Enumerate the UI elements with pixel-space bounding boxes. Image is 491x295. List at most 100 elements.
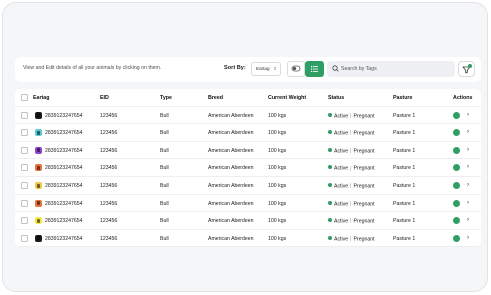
eartag-cell: 2839123247654	[45, 235, 83, 242]
status-toggle-icon[interactable]	[453, 164, 460, 172]
status-toggle-icon[interactable]	[453, 129, 460, 137]
row-checkbox[interactable]	[21, 129, 28, 137]
eartag-cell: 2839123247654	[45, 200, 83, 207]
breed-cell: American Aberdeen	[208, 183, 254, 189]
eartag-cell: 2839123247654	[45, 183, 83, 189]
status-active: Active	[334, 183, 349, 190]
weight-cell: 100 kgs	[268, 130, 287, 137]
table-row[interactable]: 2839123247654 123456 Bull American Aberdeen…	[15, 230, 481, 247]
type-cell: Bull	[160, 165, 169, 172]
chevron-right-icon[interactable]: ›	[467, 146, 469, 153]
breed-cell: American Aberdeen	[208, 147, 254, 154]
row-checkbox[interactable]	[21, 164, 28, 172]
col-header-actions: Actions	[453, 95, 473, 101]
sort-select[interactable]: Eartag ⇕	[251, 62, 281, 76]
chevron-right-icon[interactable]: ›	[467, 111, 469, 118]
table-row[interactable]: 2839123247654 123456 Bull American Aberdeen…	[15, 195, 481, 213]
type-cell: Bull	[160, 183, 169, 189]
weight-cell: 100 kgs	[268, 165, 287, 172]
toggle-view-button[interactable]	[287, 61, 305, 77]
chevron-right-icon[interactable]: ›	[467, 199, 469, 206]
breed-cell: American Aberdeen	[208, 235, 254, 242]
table-row[interactable]: 2839123247654 123456 Bull American Aberdeen…	[15, 159, 481, 177]
status-cell: Active | Pregnant	[328, 147, 375, 155]
row-checkbox[interactable]	[21, 182, 28, 189]
list-icon	[311, 66, 318, 72]
weight-cell: 100 kgs	[268, 112, 287, 119]
eartag-cell: 2839123247654	[45, 218, 83, 225]
status-toggle-icon[interactable]	[453, 234, 460, 242]
table-row[interactable]: 2839123247654 123456 Bull American Aberdeen…	[15, 142, 481, 160]
select-all-checkbox[interactable]	[21, 94, 28, 101]
col-header-weight[interactable]: Current Weight	[268, 95, 306, 101]
app-frame: View and Edit details of all your animal…	[2, 2, 488, 292]
status-toggle-icon[interactable]	[453, 199, 460, 207]
col-header-pasture[interactable]: Pasture	[393, 95, 412, 101]
status-separator: |	[350, 183, 352, 190]
status-separator: |	[350, 165, 352, 172]
chevron-right-icon[interactable]: ›	[467, 128, 469, 135]
status-cell: Active | Pregnant	[328, 130, 375, 136]
pasture-cell: Pasture 1	[393, 130, 416, 137]
chevron-right-icon[interactable]: ›	[467, 216, 469, 223]
chevron-right-icon[interactable]: ›	[467, 234, 469, 241]
breed-cell: American Aberdeen	[208, 165, 254, 172]
status-separator: |	[350, 130, 352, 137]
chevron-right-icon[interactable]: ›	[467, 163, 469, 170]
table-row[interactable]: 2839123247654 123456 Bull American Aberdeen…	[15, 124, 481, 142]
status-dot-icon	[328, 112, 332, 117]
eartag-cell: 2839123247654	[45, 112, 83, 119]
list-view-button[interactable]	[305, 61, 324, 77]
col-header-eid[interactable]: EID	[100, 95, 109, 101]
status-active: Active	[334, 218, 349, 225]
status-separator: |	[350, 200, 352, 207]
status-separator: |	[350, 148, 352, 155]
type-cell: Bull	[160, 200, 169, 207]
table-row[interactable]: 2839123247654 123456 Bull American Aberdeen…	[15, 212, 481, 230]
chevron-right-icon[interactable]: ›	[467, 181, 469, 188]
pasture-cell: Pasture 1	[393, 147, 416, 154]
eid-cell: 123456	[100, 165, 118, 172]
breed-cell: American Aberdeen	[208, 112, 254, 119]
search-input[interactable]	[341, 63, 451, 75]
col-header-status[interactable]: Status	[328, 95, 344, 101]
eartag-color-icon	[35, 146, 42, 154]
table-row[interactable]: 2839123247654 123456 Bull American Aberdeen…	[15, 177, 481, 195]
table-row[interactable]: 2839123247654 123456 Bull American Aberdeen…	[15, 107, 481, 125]
eid-cell: 123456	[100, 183, 118, 189]
status-toggle-icon[interactable]	[453, 146, 460, 154]
eartag-color-icon	[35, 234, 42, 242]
weight-cell: 100 kgs	[268, 218, 287, 225]
weight-cell: 100 kgs	[268, 147, 287, 154]
status-cell: Active | Pregnant	[328, 165, 375, 172]
pasture-cell: Pasture 1	[393, 183, 416, 189]
status-dot-icon	[328, 130, 332, 135]
sort-label: Sort By:	[224, 65, 246, 71]
status-toggle-icon[interactable]	[453, 217, 460, 225]
breed-cell: American Aberdeen	[208, 200, 254, 207]
status-toggle-icon[interactable]	[453, 182, 460, 189]
row-checkbox[interactable]	[21, 217, 28, 225]
eartag-color-icon	[35, 129, 42, 137]
filter-active-dot	[468, 64, 472, 68]
breed-cell: American Aberdeen	[208, 218, 254, 225]
row-checkbox[interactable]	[21, 199, 28, 207]
row-checkbox[interactable]	[21, 146, 28, 154]
status-dot-icon	[328, 218, 332, 223]
status-toggle-icon[interactable]	[453, 111, 460, 119]
page-hint: View and Edit details of all your animal…	[23, 65, 162, 71]
pasture-cell: Pasture 1	[393, 112, 416, 119]
status-pregnant: Pregnant	[353, 148, 375, 155]
col-header-eartag[interactable]: Eartag	[33, 95, 50, 101]
pasture-cell: Pasture 1	[393, 200, 416, 207]
col-header-breed[interactable]: Breed	[208, 95, 223, 101]
filter-button[interactable]	[458, 61, 475, 77]
row-checkbox[interactable]	[21, 111, 28, 119]
status-dot-icon	[328, 235, 332, 240]
type-cell: Bull	[160, 112, 169, 119]
status-cell: Active | Pregnant	[328, 200, 375, 207]
col-header-type[interactable]: Type	[160, 95, 172, 101]
row-checkbox[interactable]	[21, 234, 28, 242]
eartag-color-icon	[35, 217, 42, 225]
pasture-cell: Pasture 1	[393, 165, 416, 172]
